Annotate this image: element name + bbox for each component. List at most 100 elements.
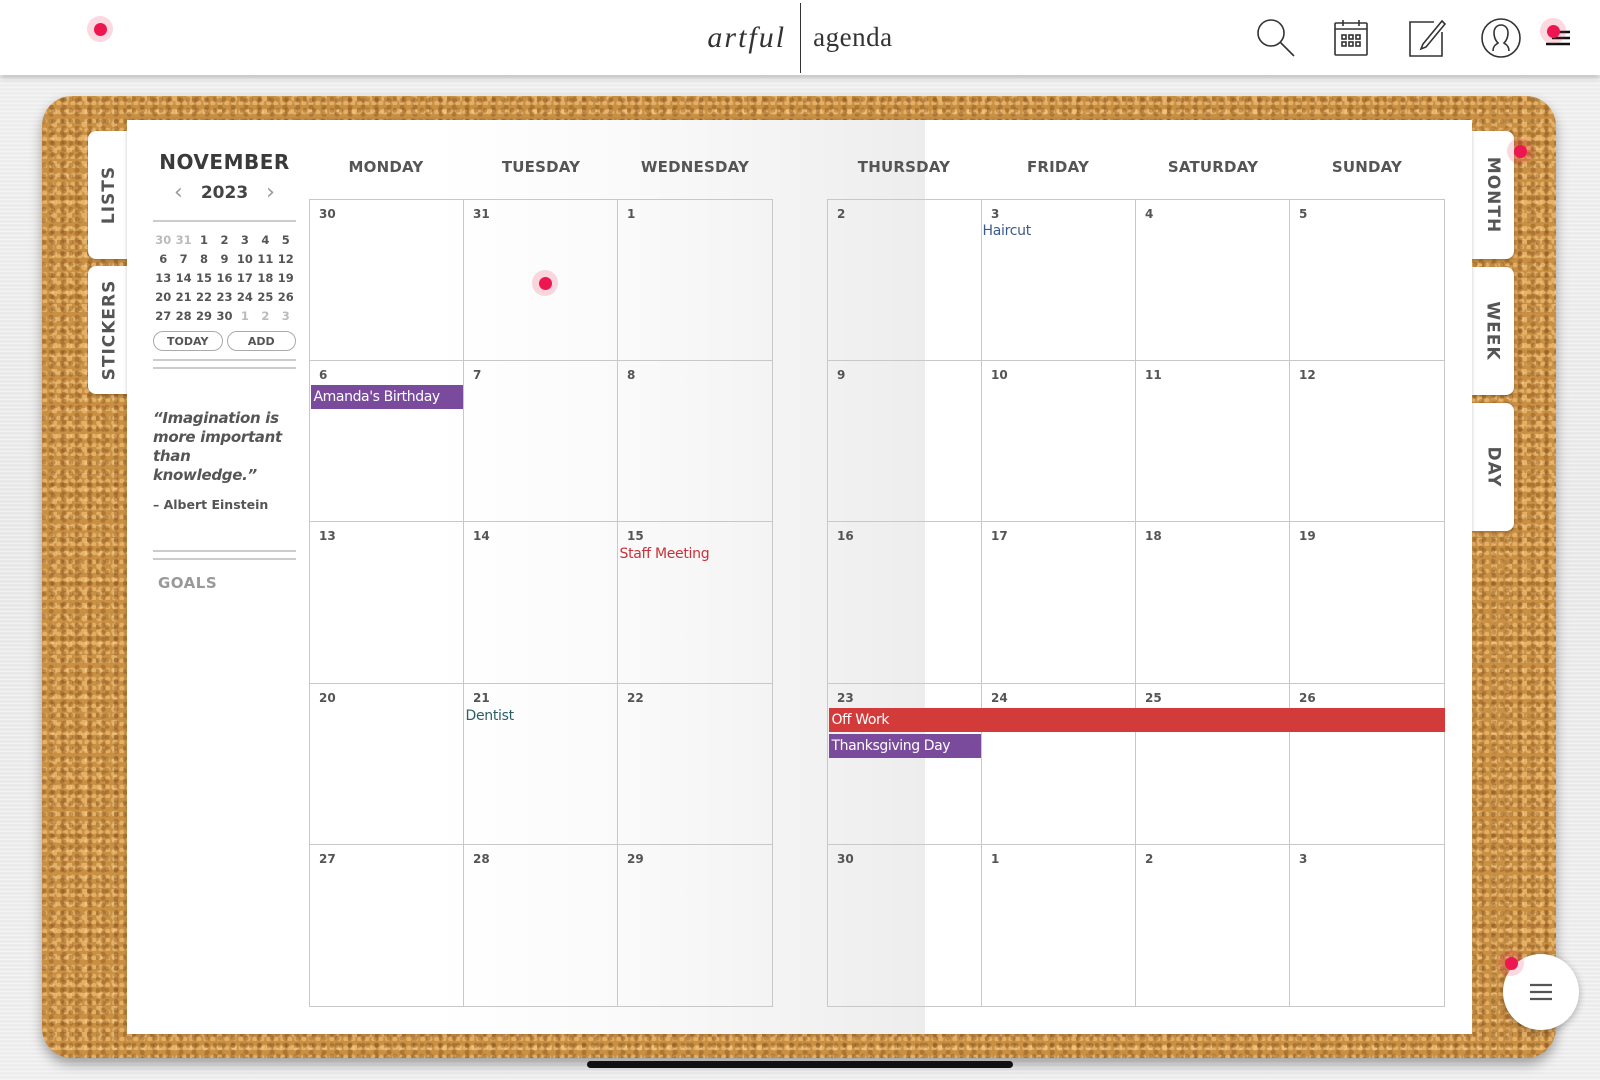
day-cell[interactable]: 2	[828, 200, 982, 362]
mini-calendar-day[interactable]: 30	[214, 308, 234, 324]
calendar-icon	[1333, 20, 1368, 56]
mini-calendar-day[interactable]: 2	[214, 232, 234, 248]
search-button[interactable]	[1238, 14, 1313, 62]
day-number: 28	[473, 851, 490, 866]
day-cell[interactable]: 27	[310, 844, 464, 1006]
day-cell[interactable]: 14	[464, 522, 618, 684]
calendar-event[interactable]: Staff Meeting	[620, 546, 710, 562]
mini-calendar-day[interactable]: 19	[276, 270, 296, 286]
mini-calendar-day[interactable]: 12	[276, 251, 296, 267]
day-cell[interactable]: 22	[618, 684, 772, 845]
mini-calendar-day[interactable]: 23	[214, 289, 234, 305]
profile-button[interactable]	[1463, 14, 1538, 62]
day-cell[interactable]: 1	[982, 844, 1136, 1006]
tab-stickers[interactable]: STICKERS	[88, 266, 130, 394]
divider	[153, 558, 296, 560]
day-number: 4	[1145, 207, 1154, 221]
day-cell[interactable]: 4	[1136, 200, 1290, 362]
mini-calendar-day[interactable]: 28	[173, 308, 193, 324]
mini-calendar-day[interactable]: 2	[255, 308, 275, 324]
day-cell[interactable]: 28	[464, 844, 618, 1006]
day-cell[interactable]: 20	[310, 683, 464, 845]
mini-calendar-day[interactable]: 3	[276, 308, 296, 324]
mini-calendar-day[interactable]: 13	[153, 270, 173, 286]
day-cell[interactable]: 11	[1136, 361, 1290, 523]
day-cell[interactable]: 2	[1136, 844, 1290, 1006]
mini-calendar-day[interactable]: 21	[173, 289, 193, 305]
day-cell[interactable]: 10	[982, 361, 1136, 523]
day-cell[interactable]: 16	[828, 522, 982, 684]
mini-calendar-day[interactable]: 27	[153, 308, 173, 324]
mini-calendar-day[interactable]: 22	[194, 289, 214, 305]
today-button[interactable]: TODAY	[153, 331, 223, 351]
mini-calendar-day[interactable]: 6	[153, 251, 173, 267]
divider	[153, 220, 296, 222]
divider	[153, 367, 296, 369]
mini-calendar-day[interactable]: 1	[194, 232, 214, 248]
home-indicator	[587, 1061, 1013, 1068]
mini-calendar-day[interactable]: 29	[194, 308, 214, 324]
day-cell[interactable]: 5	[1290, 200, 1444, 362]
mini-calendar-day[interactable]: 25	[255, 289, 275, 305]
add-button[interactable]: ADD	[226, 331, 296, 351]
mini-calendar-day[interactable]: 3	[235, 232, 255, 248]
day-cell[interactable]: 7	[464, 361, 618, 523]
calendar-event[interactable]: Haircut	[983, 223, 1032, 239]
weekday-header: THURSDAY	[857, 158, 951, 176]
mini-calendar-day[interactable]: 9	[214, 251, 234, 267]
mini-calendar-day[interactable]: 16	[214, 270, 234, 286]
tab-lists[interactable]: LISTS	[88, 131, 130, 259]
day-number: 21	[473, 690, 490, 705]
calendar-event[interactable]: Dentist	[466, 708, 515, 724]
day-cell[interactable]: 8	[618, 361, 772, 523]
mini-calendar-grid: 30 31 1 2 3 4 5 6 7 8 9 10 11 12 13 14 15 16 17 18 19 20 21 22 2…	[153, 232, 296, 324]
day-cell[interactable]: 18	[1136, 522, 1290, 684]
mini-calendar-day[interactable]: 31	[173, 232, 193, 248]
day-number: 14	[473, 529, 490, 544]
mini-calendar-day[interactable]: 26	[276, 289, 296, 305]
mini-calendar-day[interactable]: 7	[173, 251, 193, 267]
mini-calendar-day[interactable]: 24	[235, 289, 255, 305]
mini-calendar-day[interactable]: 11	[255, 251, 275, 267]
mini-calendar-day[interactable]: 4	[255, 232, 275, 248]
weekday-header: SUNDAY	[1331, 158, 1403, 176]
day-number: 27	[319, 851, 336, 866]
calendar-button[interactable]	[1313, 14, 1388, 62]
tab-week-label: WEEK	[1483, 301, 1503, 361]
calendar-event[interactable]: Amanda's Birthday	[310, 384, 464, 409]
day-cell[interactable]: 19	[1290, 522, 1444, 684]
day-cell[interactable]: 30	[828, 844, 982, 1006]
day-cell[interactable]: 9	[828, 361, 982, 523]
mini-calendar-day[interactable]: 1	[235, 308, 255, 324]
mini-calendar-day[interactable]: 14	[173, 270, 193, 286]
new-note-button[interactable]	[1388, 14, 1463, 62]
day-cell[interactable]: 13	[310, 522, 464, 684]
mini-calendar-day[interactable]: 5	[276, 232, 296, 248]
profile-icon	[1480, 18, 1521, 58]
calendar-event[interactable]: Thanksgiving Day	[828, 733, 981, 758]
mini-calendar-day[interactable]: 18	[255, 270, 275, 286]
day-cell[interactable]: 30	[310, 200, 464, 362]
tab-week[interactable]: WEEK	[1472, 267, 1514, 395]
month-grid-right-page: 2 3 4 5 9 10 11 12 16 17 18 19 23 24 25 26 30 1 2 3	[827, 199, 1445, 1007]
day-cell[interactable]: 12	[1290, 361, 1444, 523]
day-cell[interactable]: 3	[1290, 845, 1444, 1006]
tab-day[interactable]: DAY	[1472, 403, 1514, 531]
day-cell[interactable]: 1	[618, 200, 772, 362]
mini-calendar-day[interactable]: 30	[153, 232, 173, 248]
mini-calendar-day[interactable]: 15	[194, 270, 214, 286]
divider	[153, 550, 296, 552]
day-cell[interactable]: 17	[982, 522, 1136, 684]
prev-year-chevron-icon[interactable]: ‹	[174, 182, 183, 204]
mini-calendar-day[interactable]: 10	[235, 251, 255, 267]
goals-section[interactable]: GOALS	[153, 574, 296, 592]
mini-calendar-day[interactable]: 17	[235, 270, 255, 286]
calendar-event[interactable]: Off Work	[828, 707, 1445, 732]
weekday-header: WEDNESDAY	[640, 158, 750, 176]
mini-calendar-day[interactable]: 20	[153, 289, 173, 305]
day-number: 26	[1299, 690, 1316, 705]
day-cell[interactable]: 29	[618, 845, 772, 1006]
next-year-chevron-icon[interactable]: ›	[266, 182, 275, 204]
mini-calendar-day[interactable]: 8	[194, 251, 214, 267]
tab-day-label: DAY	[1482, 446, 1503, 488]
